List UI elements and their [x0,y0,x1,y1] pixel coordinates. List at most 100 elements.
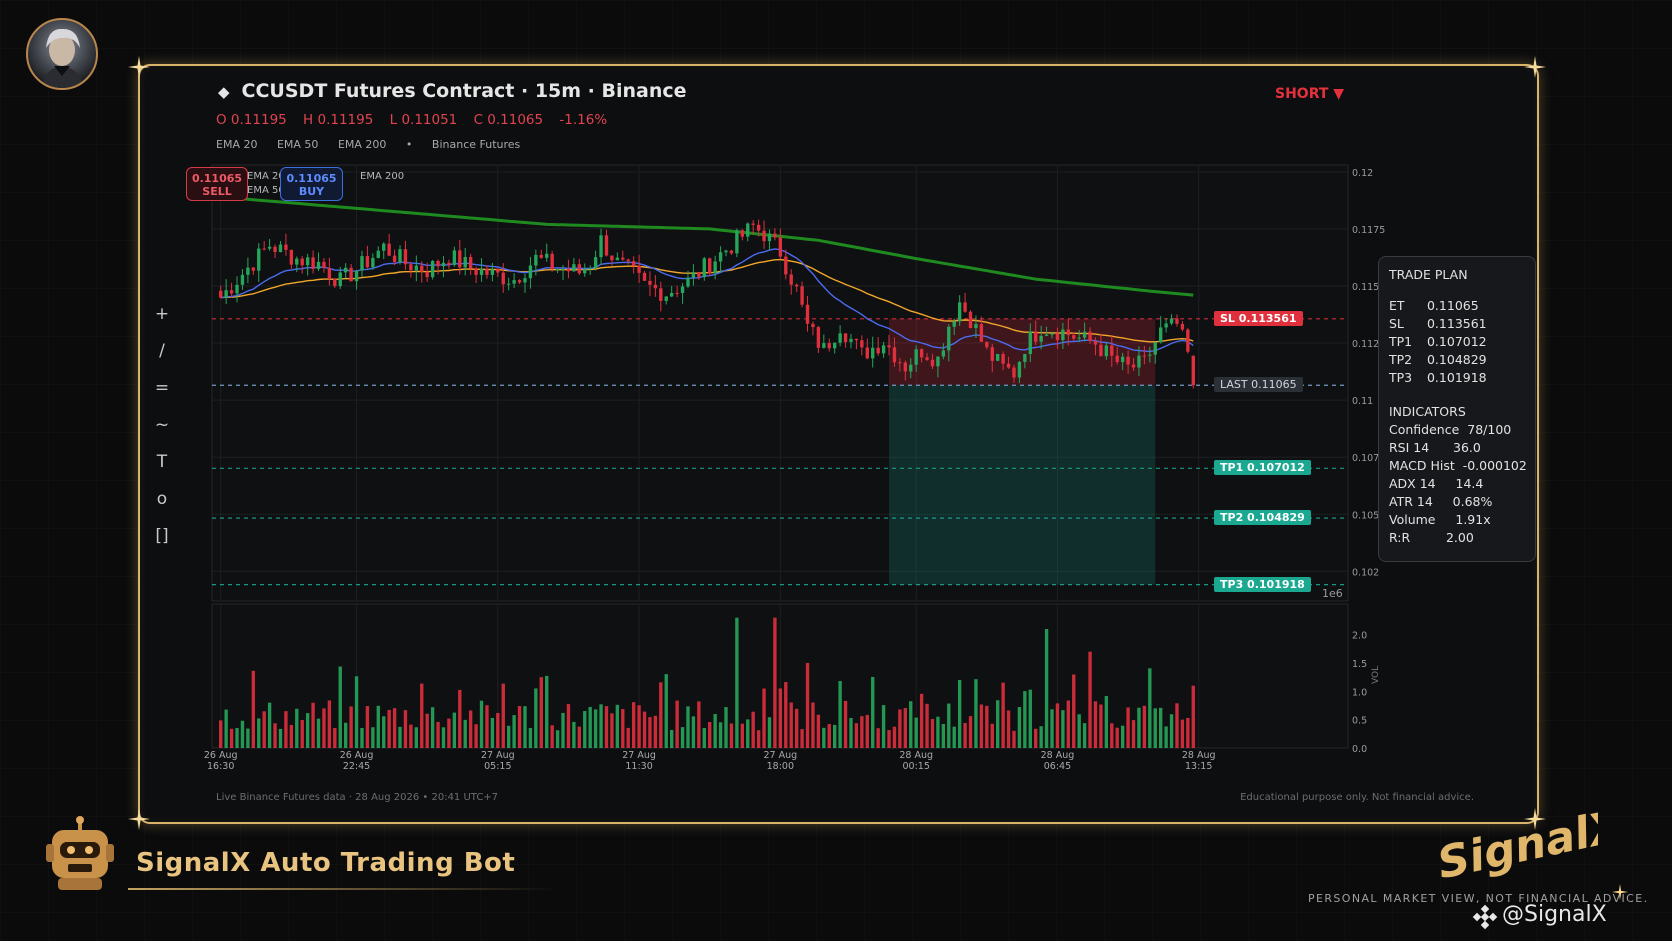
volume-bar [479,700,484,748]
candle-body [327,267,332,279]
tp2-level-tag: TP2 0.104829 [1214,510,1311,526]
candle-body [1104,345,1109,357]
candle-body [1077,337,1081,339]
volume-axis-label: VOL [1371,666,1381,684]
candle-body [577,264,582,274]
quick-sell-button[interactable]: 0.11065 SELL [186,167,248,201]
candle-body [860,340,864,348]
plan-row-et: ET 0.11065 [1389,298,1525,316]
plan-value: 0.113561 [1426,316,1487,331]
volume-bar [876,728,880,748]
candle-body [496,269,500,273]
candle-body [1093,340,1098,345]
volume-bar [588,706,592,748]
candle-body [501,272,505,285]
ind-key: Volume [1389,512,1436,527]
volume-bar [914,717,918,748]
volume-bar [1104,696,1109,748]
y-tick-label: 0.112 [1352,339,1379,350]
volume-bar [1169,714,1174,748]
candle-body [680,286,685,293]
mini-legend-right: EMA 200 [360,170,404,184]
volume-bar [468,710,473,748]
volume-bar [746,719,750,748]
plan-row-tp1: TP1 0.107012 [1389,334,1525,352]
volume-bar [941,723,946,748]
candle-body [349,267,353,282]
candle-body [1110,345,1114,356]
ind-row-rr: R:R 2.00 [1389,530,1525,548]
candle-body [1082,331,1087,338]
candle-body [718,252,723,262]
volume-bar [1110,723,1114,748]
ind-value: -0.000102 [1462,458,1527,473]
binance-logo-icon [1472,904,1498,930]
candle-body [887,345,891,348]
candle-body [517,280,522,283]
volume-bar [300,719,304,748]
plan-row-tp2: TP2 0.104829 [1389,352,1525,370]
candle-body [1191,355,1195,386]
x-tick-time: 05:15 [484,761,511,772]
candle-body [251,267,256,271]
quick-buy-button[interactable]: 0.11065 BUY [280,167,343,201]
volume-bar [1006,710,1011,748]
ind-key: Confidence [1389,422,1460,437]
candle-body [631,261,636,266]
candle-body [1169,318,1174,324]
candle-body [664,296,668,301]
volume-bar [642,711,647,748]
candle-body [316,261,321,270]
volume-bar [512,715,516,748]
candle-body [572,264,576,272]
candle-body [871,347,875,359]
sell-price: 0.11065 [191,172,243,185]
candle-body [957,302,962,322]
candle-body [289,249,294,265]
volume-bar [718,722,723,748]
volume-bar [789,702,793,748]
candle-body [1001,353,1005,364]
candle-body [1158,327,1163,343]
volume-bar [784,682,788,748]
ind-value: 36.0 [1453,440,1481,455]
candle-body [485,269,489,275]
volume-bar [691,716,696,748]
volume-bar [284,711,288,748]
buy-label: BUY [298,185,325,198]
candle-body [409,264,413,271]
candle-body [588,268,592,270]
volume-bar [1158,707,1163,748]
volume-bar [909,701,913,748]
x-tick-date: 26 Aug [340,750,374,761]
tp1-level-tag: TP1 0.107012 [1214,460,1311,476]
volume-bar [800,729,804,748]
volume-bar [441,727,446,748]
take-profit-zone [889,385,1156,585]
volume-bar [903,708,908,748]
volume-bar [1131,720,1136,748]
candle-body [1050,333,1054,335]
volume-bar [316,718,321,748]
candle-body [468,256,473,269]
candle-body [794,284,799,287]
volume-bar [604,706,609,748]
last-price-tag: LAST 0.11065 [1214,377,1303,393]
volume-bar [1093,701,1098,748]
volume-bar [1115,727,1119,748]
volume-bar [974,679,978,748]
volume-bar [257,718,261,748]
bot-brand-name: SignalX Auto Trading Bot [136,848,516,878]
volume-bar [626,727,630,748]
candle-body [648,280,652,285]
candle-body [420,265,424,272]
x-tick-time: 00:15 [902,761,929,772]
volume-bar [528,727,533,748]
candle-body [990,347,994,361]
volume-bar [648,717,652,748]
candle-body [947,326,951,351]
volume-bar [458,689,462,748]
volume-bar [555,730,560,748]
candle-body [1137,355,1141,368]
candle-body [1061,329,1065,341]
